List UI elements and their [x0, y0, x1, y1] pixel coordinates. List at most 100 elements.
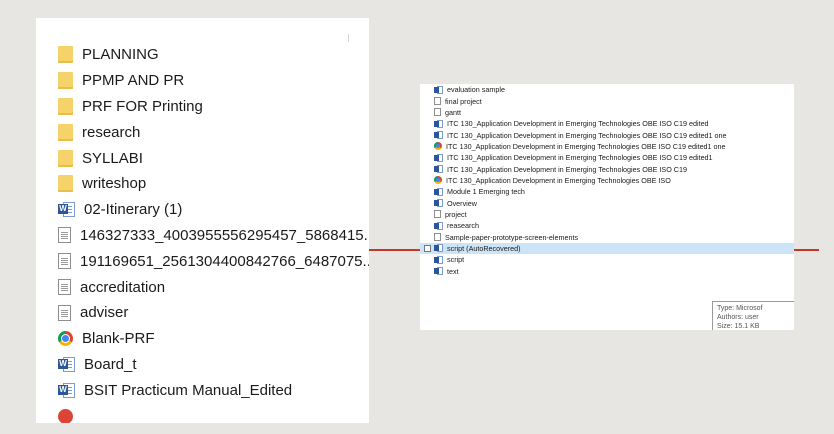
file-item-label: adviser — [80, 304, 129, 322]
file-item[interactable]: ITC 130_Application Development in Emerg… — [420, 152, 794, 163]
file-item[interactable]: 191169651_2561304400842766_6487075... — [58, 248, 369, 274]
file-item-label: reasearch — [447, 221, 479, 231]
file-icon — [58, 253, 71, 270]
chrome-icon — [58, 331, 73, 347]
file-item-label: Overview — [447, 198, 477, 208]
file-item-label: PLANNING — [82, 46, 159, 64]
file-item-label: research — [82, 123, 141, 141]
right-file-list: evaluation sample final project gantt ITC 1… — [420, 84, 794, 277]
file-item-label: script (AutoRecovered) — [447, 243, 521, 253]
word-icon: W — [58, 201, 75, 218]
word-icon — [434, 153, 443, 162]
folder-icon — [58, 46, 73, 64]
file-item-label: ITC 130_Application Development in Emerg… — [447, 130, 727, 140]
file-item-label: Board_t — [84, 355, 137, 373]
left-file-list: PLANNING PPMP AND PR PRF FOR Printing resea… — [58, 42, 369, 423]
file-icon — [58, 304, 71, 321]
folder-icon — [58, 97, 73, 115]
file-item[interactable] — [58, 403, 369, 423]
file-item-label: SYLLABI — [82, 149, 143, 167]
file-item[interactable]: accreditation — [58, 274, 369, 300]
file-item[interactable]: Sample-paper-prototype-screen-elements — [420, 231, 794, 242]
word-icon: W — [58, 382, 75, 399]
file-item-label: project — [445, 209, 467, 219]
accent-line-right — [794, 249, 819, 251]
folder-icon — [58, 123, 73, 141]
word-icon — [434, 199, 443, 208]
word-icon — [434, 255, 443, 264]
file-item-label: text — [447, 266, 459, 276]
file-item-label: ITC 130_Application Development in Emerg… — [446, 141, 726, 151]
file-icon — [434, 108, 441, 117]
file-item[interactable]: W Board_t — [58, 352, 369, 378]
file-item[interactable]: final project — [420, 95, 794, 106]
file-item-label: evaluation sample — [447, 85, 505, 95]
file-item[interactable]: PPMP AND PR — [58, 68, 369, 94]
file-item-label: accreditation — [80, 278, 166, 296]
file-item[interactable]: Overview — [420, 197, 794, 208]
file-item[interactable]: gantt — [420, 107, 794, 118]
folder-icon — [58, 149, 73, 167]
file-item-label: 02-Itinerary (1) — [84, 201, 183, 219]
file-item-label: ITC 130_Application Development in Emerg… — [446, 175, 671, 185]
file-item-label: Sample-paper-prototype-screen-elements — [445, 232, 579, 242]
file-item[interactable]: adviser — [58, 300, 369, 326]
file-item[interactable]: SYLLABI — [58, 145, 369, 171]
file-icon — [58, 279, 71, 296]
file-item-label: PRF FOR Printing — [82, 97, 203, 115]
partial-icon — [58, 408, 73, 423]
tooltip-authors: Authors: user — [717, 314, 759, 321]
file-item[interactable]: ITC 130_Application Development in Emerg… — [420, 141, 794, 152]
file-item-label: writeshop — [82, 175, 147, 193]
selection-checkbox[interactable] — [424, 244, 431, 252]
file-item-label: ITC 130_Application Development in Emerg… — [447, 119, 709, 129]
file-icon — [434, 210, 441, 219]
file-item-selected[interactable]: script (AutoRecovered) — [420, 242, 794, 255]
file-item-label: 191169651_2561304400842766_6487075... — [80, 252, 369, 270]
file-tooltip: Type: Microsof Authors: user Size: 15.1 … — [712, 301, 794, 330]
file-item-label: PPMP AND PR — [82, 72, 185, 90]
file-item[interactable]: reasearch — [420, 220, 794, 231]
folder-icon — [58, 175, 73, 193]
file-list-panel-right: evaluation sample final project gantt ITC 1… — [420, 84, 794, 330]
tooltip-type: Type: Microsof — [717, 305, 763, 312]
file-item[interactable]: ITC 130_Application Development in Emerg… — [420, 129, 794, 140]
file-item[interactable]: evaluation sample — [420, 84, 794, 95]
file-item-label: gantt — [445, 107, 461, 117]
file-item[interactable]: script — [420, 254, 794, 265]
file-list-panel-left: PLANNING PPMP AND PR PRF FOR Printing resea… — [36, 18, 369, 423]
word-icon — [434, 267, 443, 276]
file-item[interactable]: research — [58, 119, 369, 145]
file-item-label: BSIT Practicum Manual_Edited — [84, 381, 293, 399]
file-icon — [434, 233, 441, 242]
chrome-icon — [434, 176, 442, 185]
chrome-icon — [434, 142, 442, 151]
file-item[interactable]: PLANNING — [58, 42, 369, 68]
file-item[interactable]: 146327333_4003955556295457_5868415... — [58, 223, 369, 249]
file-item[interactable]: PRF FOR Printing — [58, 94, 369, 120]
file-icon — [434, 97, 441, 106]
word-icon — [434, 85, 443, 94]
file-item[interactable]: text — [420, 266, 794, 277]
file-item[interactable]: Module 1 Emerging tech — [420, 186, 794, 197]
file-item[interactable]: ITC 130_Application Development in Emerg… — [420, 118, 794, 129]
scrollbar-indicator — [348, 34, 349, 42]
file-item-label: ITC 130_Application Development in Emerg… — [447, 153, 713, 163]
word-icon — [434, 221, 443, 230]
file-item[interactable]: writeshop — [58, 171, 369, 197]
file-item-label: Blank-PRF — [82, 330, 155, 348]
file-item[interactable]: W 02-Itinerary (1) — [58, 197, 369, 223]
file-item[interactable]: W BSIT Practicum Manual_Edited — [58, 377, 369, 403]
file-item-label: ITC 130_Application Development in Emerg… — [447, 164, 687, 174]
file-item[interactable]: project — [420, 209, 794, 220]
tooltip-size: Size: 15.1 KB — [717, 323, 760, 330]
word-icon — [434, 244, 443, 253]
folder-icon — [58, 72, 73, 90]
file-item[interactable]: ITC 130_Application Development in Emerg… — [420, 175, 794, 186]
file-item[interactable]: Blank-PRF — [58, 326, 369, 352]
word-icon — [434, 187, 443, 196]
file-item-label: final project — [445, 96, 482, 106]
word-icon — [434, 119, 443, 128]
word-icon: W — [58, 356, 75, 373]
file-item[interactable]: ITC 130_Application Development in Emerg… — [420, 163, 794, 174]
